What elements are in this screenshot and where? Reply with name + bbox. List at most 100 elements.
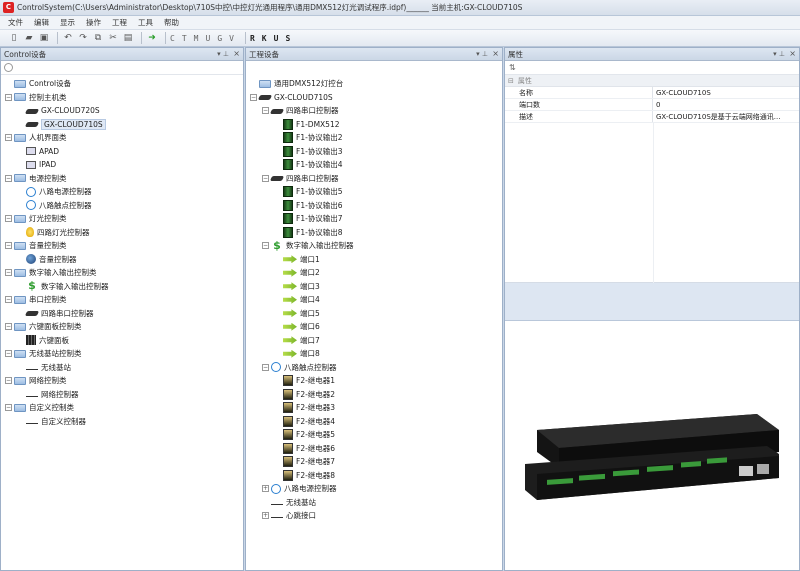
pin-icon[interactable]: ▾ ⊥ bbox=[476, 50, 488, 58]
close-icon[interactable]: × bbox=[233, 49, 240, 58]
toolbar-letter-button[interactable]: C bbox=[170, 34, 175, 43]
tree-item[interactable]: F2-继电器5 bbox=[246, 428, 502, 442]
tree-item[interactable]: − 八路触点控制器 bbox=[246, 361, 502, 375]
collapse-icon[interactable]: − bbox=[5, 296, 12, 304]
tree-item[interactable]: − 人机界面类 bbox=[1, 131, 243, 145]
tree-item[interactable]: − 数字输入输出控制类 bbox=[1, 266, 243, 280]
tree-item[interactable]: Control设备 bbox=[1, 77, 243, 91]
menu-item[interactable]: 工程 bbox=[112, 17, 127, 28]
menu-item[interactable]: 编辑 bbox=[34, 17, 49, 28]
tree-item[interactable]: 端口5 bbox=[246, 307, 502, 321]
toolbar-letter-button[interactable]: S bbox=[285, 34, 290, 43]
tree-item[interactable]: − 电源控制类 bbox=[1, 172, 243, 186]
collapse-icon[interactable]: − bbox=[262, 363, 269, 371]
tree-item[interactable]: F1-协议输出4 bbox=[246, 158, 502, 172]
tree-item[interactable]: − 六键面板控制类 bbox=[1, 320, 243, 334]
property-row[interactable]: 端口数 0 bbox=[505, 99, 799, 111]
tree-item[interactable]: 自定义控制器 bbox=[1, 415, 243, 429]
tree-item[interactable]: − $ 数字输入输出控制器 bbox=[246, 239, 502, 253]
expand-icon[interactable]: + bbox=[262, 512, 269, 520]
tree-item[interactable]: − 控制主机类 bbox=[1, 91, 243, 105]
tree-item[interactable]: F2-继电器6 bbox=[246, 442, 502, 456]
close-icon[interactable]: × bbox=[492, 49, 499, 58]
tree-item[interactable]: F2-继电器3 bbox=[246, 401, 502, 415]
close-icon[interactable]: × bbox=[789, 49, 796, 58]
tree-item[interactable]: − 四路串口控制器 bbox=[246, 172, 502, 186]
tree-item[interactable]: $ 数字输入输出控制器 bbox=[1, 280, 243, 294]
tree-item[interactable]: 端口6 bbox=[246, 320, 502, 334]
menu-item[interactable]: 帮助 bbox=[164, 17, 179, 28]
tree-item[interactable]: F1-协议输出3 bbox=[246, 145, 502, 159]
menu-item[interactable]: 显示 bbox=[60, 17, 75, 28]
save-icon[interactable]: ▣ bbox=[38, 32, 50, 44]
tree-item[interactable]: 端口1 bbox=[246, 253, 502, 267]
tree-item[interactable]: GX-CLOUD720S bbox=[1, 104, 243, 118]
tree-item[interactable]: F1-协议输出8 bbox=[246, 226, 502, 240]
collapse-icon[interactable]: − bbox=[5, 404, 12, 412]
run-arrow-icon[interactable]: ➜ bbox=[146, 32, 158, 44]
tree-item[interactable]: F2-继电器7 bbox=[246, 455, 502, 469]
property-value[interactable]: GX-CLOUD710S bbox=[653, 87, 799, 98]
tree-item[interactable]: GX-CLOUD710S bbox=[1, 118, 243, 132]
tree-item[interactable]: 端口3 bbox=[246, 280, 502, 294]
collapse-icon[interactable]: − bbox=[250, 93, 257, 101]
toolbar-letter-button[interactable]: K bbox=[262, 34, 267, 43]
collapse-icon[interactable]: − bbox=[5, 242, 12, 250]
tree-item[interactable]: 六键面板 bbox=[1, 334, 243, 348]
collapse-icon[interactable]: − bbox=[262, 107, 269, 115]
tree-item[interactable]: − 音量控制类 bbox=[1, 239, 243, 253]
tree-item[interactable]: − 四路串口控制器 bbox=[246, 104, 502, 118]
collapse-icon[interactable]: − bbox=[5, 134, 12, 142]
tree-item[interactable]: − 自定义控制类 bbox=[1, 401, 243, 415]
tree-item[interactable]: − 串口控制类 bbox=[1, 293, 243, 307]
toolbar-letter-button[interactable]: T bbox=[182, 34, 187, 43]
search-icon[interactable] bbox=[4, 63, 13, 72]
collapse-icon[interactable]: − bbox=[262, 242, 269, 250]
collapse-icon[interactable]: − bbox=[5, 215, 12, 223]
tree-item[interactable]: 八路触点控制器 bbox=[1, 199, 243, 213]
tree-item[interactable]: 端口8 bbox=[246, 347, 502, 361]
copy-icon[interactable]: ⧉ bbox=[92, 32, 104, 44]
tree-item[interactable]: F1-协议输出2 bbox=[246, 131, 502, 145]
tree-item[interactable]: APAD bbox=[1, 145, 243, 159]
toolbar-letter-button[interactable]: U bbox=[205, 34, 210, 43]
toolbar-letter-button[interactable]: M bbox=[194, 34, 199, 43]
collapse-icon[interactable]: − bbox=[5, 174, 12, 182]
tree-item[interactable]: 端口4 bbox=[246, 293, 502, 307]
new-file-icon[interactable]: ▯ bbox=[8, 32, 20, 44]
tree-item[interactable]: 无线基站 bbox=[246, 496, 502, 510]
tree-item[interactable]: F2-继电器4 bbox=[246, 415, 502, 429]
cut-icon[interactable]: ✂ bbox=[107, 32, 119, 44]
pin-icon[interactable]: ▾ ⊥ bbox=[773, 50, 785, 58]
tree-item[interactable]: 四路灯光控制器 bbox=[1, 226, 243, 240]
expand-icon[interactable]: + bbox=[262, 485, 269, 493]
property-row[interactable]: 名称 GX-CLOUD710S bbox=[505, 87, 799, 99]
tree-item[interactable]: + 心跳接口 bbox=[246, 509, 502, 523]
collapse-icon[interactable]: − bbox=[5, 377, 12, 385]
toolbar-letter-button[interactable]: U bbox=[274, 34, 279, 43]
tree-item[interactable]: + 八路电源控制器 bbox=[246, 482, 502, 496]
menu-item[interactable]: 工具 bbox=[138, 17, 153, 28]
property-value[interactable]: GX-CLOUD710S是基于云端网络通讯... bbox=[653, 111, 799, 122]
collapse-icon[interactable]: − bbox=[5, 350, 12, 358]
menu-item[interactable]: 文件 bbox=[8, 17, 23, 28]
tree-item[interactable]: 端口7 bbox=[246, 334, 502, 348]
tree-item[interactable]: 通用DMX512灯控台 bbox=[246, 77, 502, 91]
tree-item[interactable]: F2-继电器2 bbox=[246, 388, 502, 402]
property-category[interactable]: ⊟ 属性 bbox=[505, 75, 799, 87]
collapse-icon[interactable]: − bbox=[5, 323, 12, 331]
tree-item[interactable]: F2-继电器1 bbox=[246, 374, 502, 388]
collapse-icon[interactable]: − bbox=[5, 269, 12, 277]
tree-item[interactable]: − 灯光控制类 bbox=[1, 212, 243, 226]
tree-item[interactable]: 四路串口控制器 bbox=[1, 307, 243, 321]
paste-icon[interactable]: ▤ bbox=[122, 32, 134, 44]
tree-item[interactable]: − 无线基站控制类 bbox=[1, 347, 243, 361]
tree-item[interactable]: F1-协议输出5 bbox=[246, 185, 502, 199]
pin-icon[interactable]: ▾ ⊥ bbox=[217, 50, 229, 58]
property-value[interactable]: 0 bbox=[653, 99, 799, 110]
redo-icon[interactable]: ↷ bbox=[77, 32, 89, 44]
tree-item[interactable]: − 网络控制类 bbox=[1, 374, 243, 388]
sort-alphabetical-icon[interactable]: ⇅ bbox=[509, 63, 516, 72]
tree-item[interactable]: 音量控制器 bbox=[1, 253, 243, 267]
toolbar-letter-button[interactable]: G bbox=[217, 34, 222, 43]
